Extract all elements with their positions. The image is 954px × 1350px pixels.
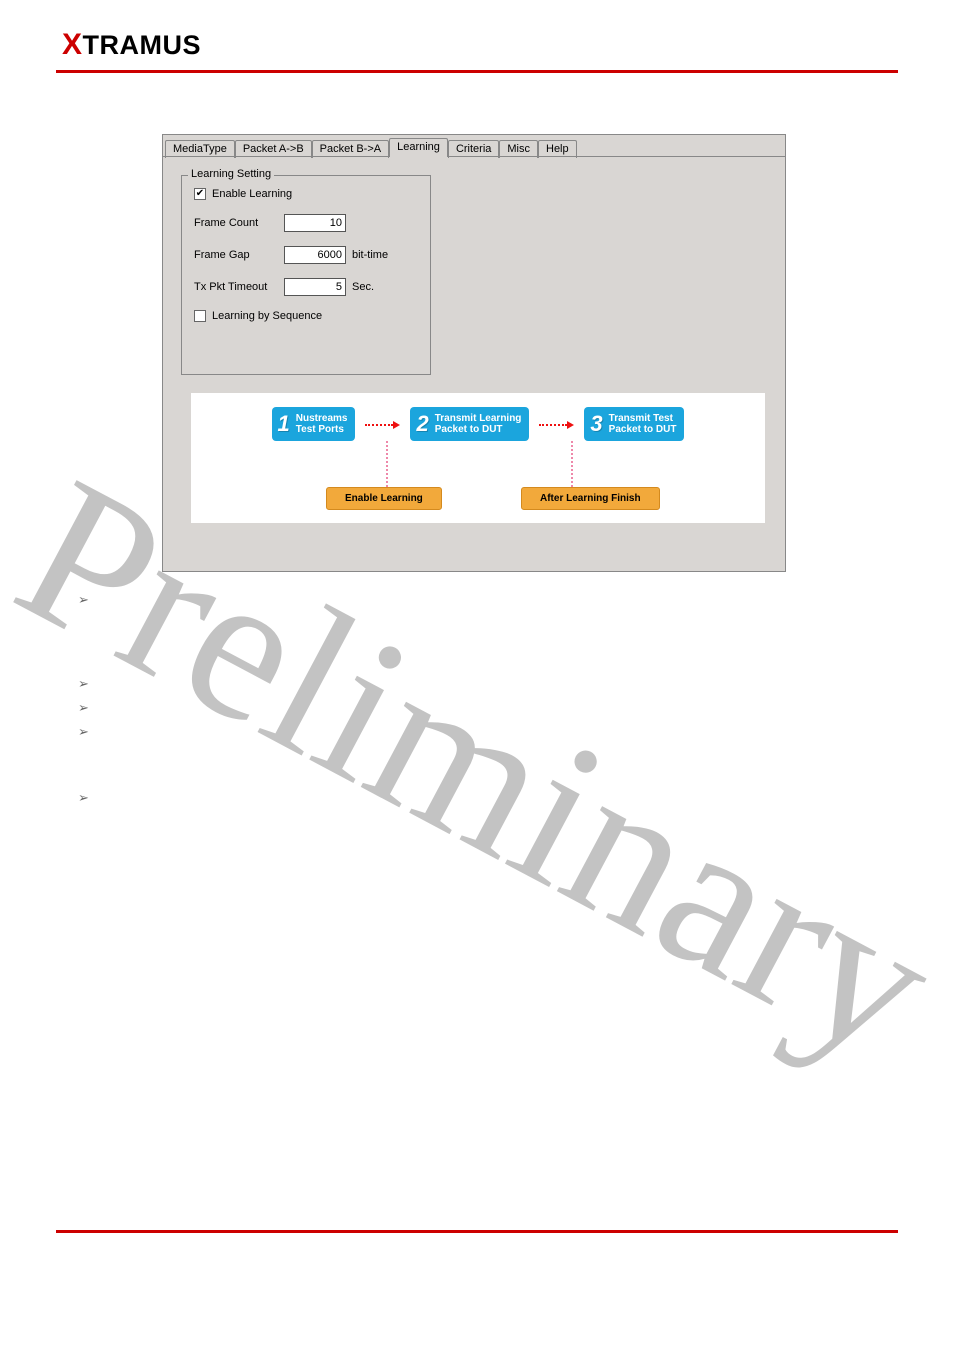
step1-num: 1 bbox=[278, 411, 290, 437]
bullet-icon: ➢ bbox=[78, 790, 89, 806]
connector-line bbox=[571, 441, 573, 491]
top-divider bbox=[56, 70, 898, 73]
tx-timeout-unit: Sec. bbox=[352, 281, 374, 293]
flow-label-enable: Enable Learning bbox=[326, 487, 442, 510]
flow-label-after: After Learning Finish bbox=[521, 487, 660, 510]
connector-line bbox=[386, 441, 388, 491]
frame-count-input[interactable] bbox=[284, 214, 346, 232]
header: XTRAMUS bbox=[0, 0, 954, 68]
flow-diagram: 1 Nustreams Test Ports 2 Transmit Learni… bbox=[191, 393, 765, 523]
brand-logo: XTRAMUS bbox=[62, 30, 201, 60]
flow-steps-row: 1 Nustreams Test Ports 2 Transmit Learni… bbox=[191, 407, 765, 441]
arrow-icon bbox=[365, 416, 400, 432]
frame-count-label: Frame Count bbox=[194, 217, 284, 229]
tab-learning[interactable]: Learning bbox=[389, 138, 448, 157]
row-frame-count: Frame Count bbox=[194, 214, 430, 232]
enable-learning-checkbox[interactable]: ✔ bbox=[194, 188, 206, 200]
step3-text: Transmit Test Packet to DUT bbox=[609, 413, 677, 435]
row-frame-gap: Frame Gap bit-time bbox=[194, 246, 430, 264]
step2-num: 2 bbox=[416, 411, 428, 437]
step1-text: Nustreams Test Ports bbox=[296, 413, 348, 435]
learning-setting-group: Learning Setting ✔ Enable Learning Frame… bbox=[181, 175, 431, 375]
tab-body: Learning Setting ✔ Enable Learning Frame… bbox=[163, 156, 785, 570]
flow-step-2: 2 Transmit Learning Packet to DUT bbox=[410, 407, 529, 441]
tab-strip: MediaType Packet A->B Packet B->A Learni… bbox=[163, 135, 785, 157]
arrow-icon bbox=[539, 416, 574, 432]
row-seq: Learning by Sequence bbox=[194, 310, 430, 322]
bullet-icon: ➢ bbox=[78, 724, 89, 740]
learning-by-sequence-checkbox[interactable] bbox=[194, 310, 206, 322]
bottom-divider bbox=[56, 1230, 898, 1233]
tx-timeout-label: Tx Pkt Timeout bbox=[194, 281, 284, 293]
bullet-icon: ➢ bbox=[78, 592, 89, 608]
brand-x: X bbox=[62, 28, 83, 61]
learning-by-sequence-label: Learning by Sequence bbox=[212, 310, 322, 322]
enable-learning-label: Enable Learning bbox=[212, 188, 292, 200]
frame-gap-input[interactable] bbox=[284, 246, 346, 264]
group-legend: Learning Setting bbox=[188, 168, 274, 180]
step3-num: 3 bbox=[590, 411, 602, 437]
flow-step-1: 1 Nustreams Test Ports bbox=[272, 407, 356, 441]
brand-rest: TRAMUS bbox=[83, 30, 202, 60]
flow-step-3: 3 Transmit Test Packet to DUT bbox=[584, 407, 684, 441]
bullet-icon: ➢ bbox=[78, 676, 89, 692]
bullet-icon: ➢ bbox=[78, 700, 89, 716]
frame-gap-label: Frame Gap bbox=[194, 249, 284, 261]
tx-timeout-input[interactable] bbox=[284, 278, 346, 296]
row-enable: ✔ Enable Learning bbox=[194, 188, 430, 200]
row-tx-timeout: Tx Pkt Timeout Sec. bbox=[194, 278, 430, 296]
bullet-column: ➢ ➢ ➢ ➢ ➢ bbox=[78, 592, 89, 806]
dialog-screenshot: MediaType Packet A->B Packet B->A Learni… bbox=[162, 134, 786, 572]
step2-text: Transmit Learning Packet to DUT bbox=[435, 413, 522, 435]
frame-gap-unit: bit-time bbox=[352, 249, 388, 261]
